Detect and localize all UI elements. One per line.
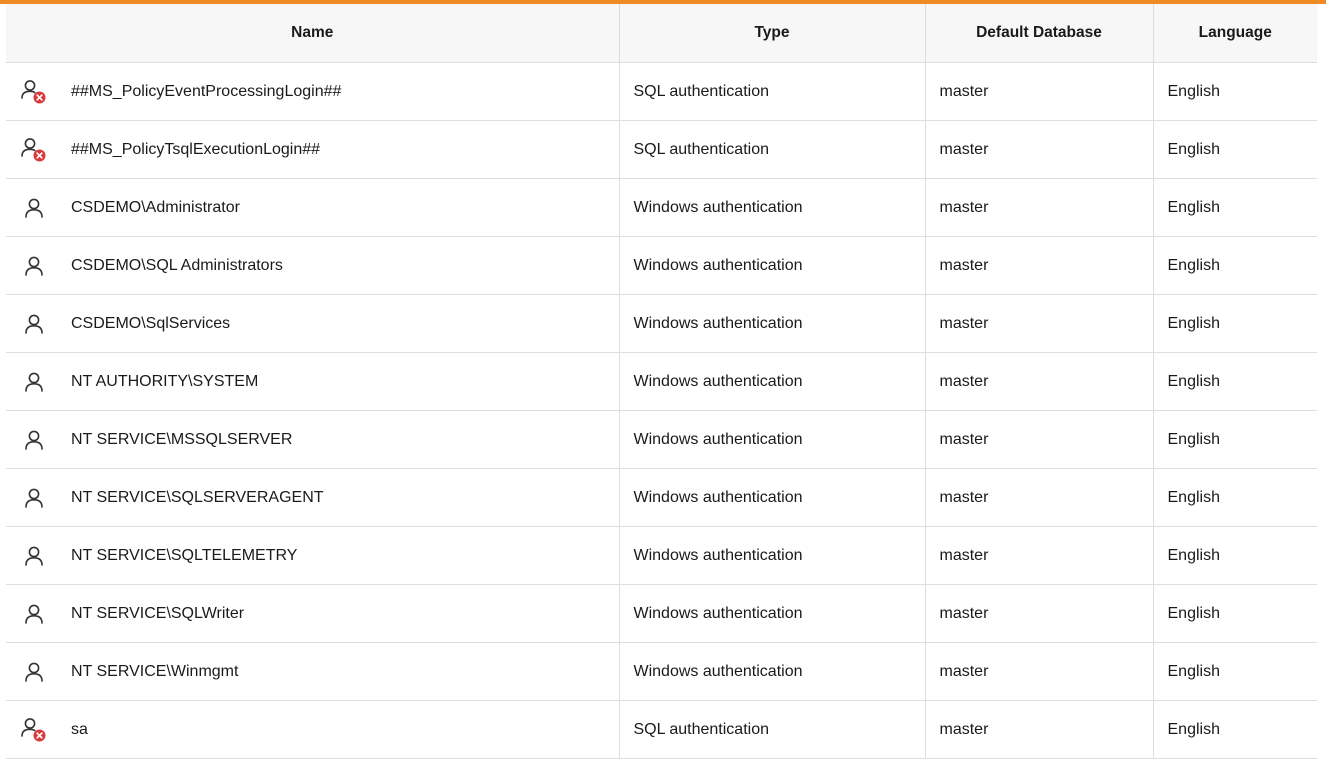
user-disabled-icon xyxy=(20,716,48,744)
name-cell[interactable]: NT SERVICE\SQLWriter xyxy=(6,584,620,643)
name-cell[interactable]: NT SERVICE\MSSQLSERVER xyxy=(6,410,620,469)
user-disabled-icon xyxy=(20,136,48,164)
language-cell[interactable]: English xyxy=(1152,62,1317,121)
default-database-cell[interactable]: master xyxy=(924,526,1154,585)
type-cell[interactable]: Windows authentication xyxy=(618,468,926,527)
name-cell[interactable]: NT AUTHORITY\SYSTEM xyxy=(6,352,620,411)
user-disabled-icon xyxy=(20,78,48,106)
login-name: ##MS_PolicyEventProcessingLogin## xyxy=(71,82,342,100)
default-database-cell[interactable]: master xyxy=(924,584,1154,643)
language-cell[interactable]: English xyxy=(1152,178,1317,237)
default-database-cell[interactable]: master xyxy=(924,642,1154,701)
name-cell[interactable]: sa xyxy=(6,700,620,759)
name-cell[interactable]: ##MS_PolicyEventProcessingLogin## xyxy=(6,62,620,121)
logins-grid: Name Type Default Database Language ##MS… xyxy=(0,4,1326,761)
login-name: NT SERVICE\SQLSERVERAGENT xyxy=(71,488,324,506)
table-row[interactable]: NT SERVICE\SQLTELEMETRY Windows authentic… xyxy=(6,526,1317,585)
default-database-cell[interactable]: master xyxy=(924,410,1154,469)
name-cell[interactable]: CSDEMO\SqlServices xyxy=(6,294,620,353)
column-header-language[interactable]: Language xyxy=(1152,4,1317,63)
user-icon xyxy=(20,252,48,280)
table-row[interactable]: CSDEMO\SqlServices Windows authentication… xyxy=(6,294,1317,353)
type-cell[interactable]: Windows authentication xyxy=(618,352,926,411)
language-cell[interactable]: English xyxy=(1152,236,1317,295)
login-name: ##MS_PolicyTsqlExecutionLogin## xyxy=(71,140,321,158)
type-cell[interactable]: Windows authentication xyxy=(618,642,926,701)
user-icon xyxy=(20,310,48,338)
login-name: NT SERVICE\Winmgmt xyxy=(71,662,239,680)
column-header-type[interactable]: Type xyxy=(618,4,926,63)
table-row[interactable]: ##MS_PolicyTsqlExecutionLogin## SQL authe… xyxy=(6,120,1317,179)
user-icon xyxy=(20,484,48,512)
language-cell[interactable]: English xyxy=(1152,642,1317,701)
default-database-cell[interactable]: master xyxy=(924,236,1154,295)
language-cell[interactable]: English xyxy=(1152,294,1317,353)
language-cell[interactable]: English xyxy=(1152,410,1317,469)
login-name: CSDEMO\SqlServices xyxy=(71,314,231,332)
login-name: sa xyxy=(71,720,88,738)
language-cell[interactable]: English xyxy=(1152,120,1317,179)
type-cell[interactable]: Windows authentication xyxy=(618,294,926,353)
type-cell[interactable]: Windows authentication xyxy=(618,584,926,643)
language-cell[interactable]: English xyxy=(1152,352,1317,411)
logins-table: Name Type Default Database Language ##MS… xyxy=(6,4,1317,759)
user-icon xyxy=(20,658,48,686)
table-row[interactable]: NT SERVICE\MSSQLSERVER Windows authentica… xyxy=(6,410,1317,469)
type-cell[interactable]: Windows authentication xyxy=(618,410,926,469)
default-database-cell[interactable]: master xyxy=(924,62,1154,121)
default-database-cell[interactable]: master xyxy=(924,178,1154,237)
user-icon xyxy=(20,600,48,628)
user-icon xyxy=(20,542,48,570)
user-icon xyxy=(20,368,48,396)
login-name: NT SERVICE\SQLWriter xyxy=(71,604,245,622)
default-database-cell[interactable]: master xyxy=(924,120,1154,179)
login-name: NT AUTHORITY\SYSTEM xyxy=(71,372,259,390)
language-cell[interactable]: English xyxy=(1152,526,1317,585)
table-row[interactable]: CSDEMO\Administrator Windows authenticati… xyxy=(6,178,1317,237)
header-row: Name Type Default Database Language xyxy=(6,4,1317,63)
table-row[interactable]: sa SQL authentication master English xyxy=(6,700,1317,759)
type-cell[interactable]: Windows authentication xyxy=(618,178,926,237)
default-database-cell[interactable]: master xyxy=(924,352,1154,411)
language-cell[interactable]: English xyxy=(1152,584,1317,643)
name-cell[interactable]: ##MS_PolicyTsqlExecutionLogin## xyxy=(6,120,620,179)
table-body: ##MS_PolicyEventProcessingLogin## SQL aut… xyxy=(6,62,1317,759)
default-database-cell[interactable]: master xyxy=(924,700,1154,759)
login-name: CSDEMO\SQL Administrators xyxy=(71,256,283,274)
table-row[interactable]: NT SERVICE\Winmgmt Windows authentication… xyxy=(6,642,1317,701)
name-cell[interactable]: CSDEMO\Administrator xyxy=(6,178,620,237)
table-row[interactable]: CSDEMO\SQL Administrators Windows authent… xyxy=(6,236,1317,295)
name-cell[interactable]: NT SERVICE\SQLTELEMETRY xyxy=(6,526,620,585)
default-database-cell[interactable]: master xyxy=(924,294,1154,353)
name-cell[interactable]: CSDEMO\SQL Administrators xyxy=(6,236,620,295)
default-database-cell[interactable]: master xyxy=(924,468,1154,527)
language-cell[interactable]: English xyxy=(1152,468,1317,527)
name-cell[interactable]: NT SERVICE\Winmgmt xyxy=(6,642,620,701)
table-row[interactable]: NT AUTHORITY\SYSTEM Windows authenticatio… xyxy=(6,352,1317,411)
type-cell[interactable]: Windows authentication xyxy=(618,526,926,585)
table-row[interactable]: NT SERVICE\SQLWriter Windows authenticati… xyxy=(6,584,1317,643)
name-cell[interactable]: NT SERVICE\SQLSERVERAGENT xyxy=(6,468,620,527)
type-cell[interactable]: Windows authentication xyxy=(618,236,926,295)
column-header-default-database[interactable]: Default Database xyxy=(924,4,1154,63)
user-icon xyxy=(20,194,48,222)
user-icon xyxy=(20,426,48,454)
login-name: NT SERVICE\MSSQLSERVER xyxy=(71,430,293,448)
type-cell[interactable]: SQL authentication xyxy=(618,120,926,179)
login-name: CSDEMO\Administrator xyxy=(71,198,240,216)
language-cell[interactable]: English xyxy=(1152,700,1317,759)
type-cell[interactable]: SQL authentication xyxy=(618,62,926,121)
login-name: NT SERVICE\SQLTELEMETRY xyxy=(71,546,298,564)
column-header-name[interactable]: Name xyxy=(6,4,620,63)
type-cell[interactable]: SQL authentication xyxy=(618,700,926,759)
table-row[interactable]: NT SERVICE\SQLSERVERAGENT Windows authent… xyxy=(6,468,1317,527)
table-row[interactable]: ##MS_PolicyEventProcessingLogin## SQL aut… xyxy=(6,62,1317,121)
